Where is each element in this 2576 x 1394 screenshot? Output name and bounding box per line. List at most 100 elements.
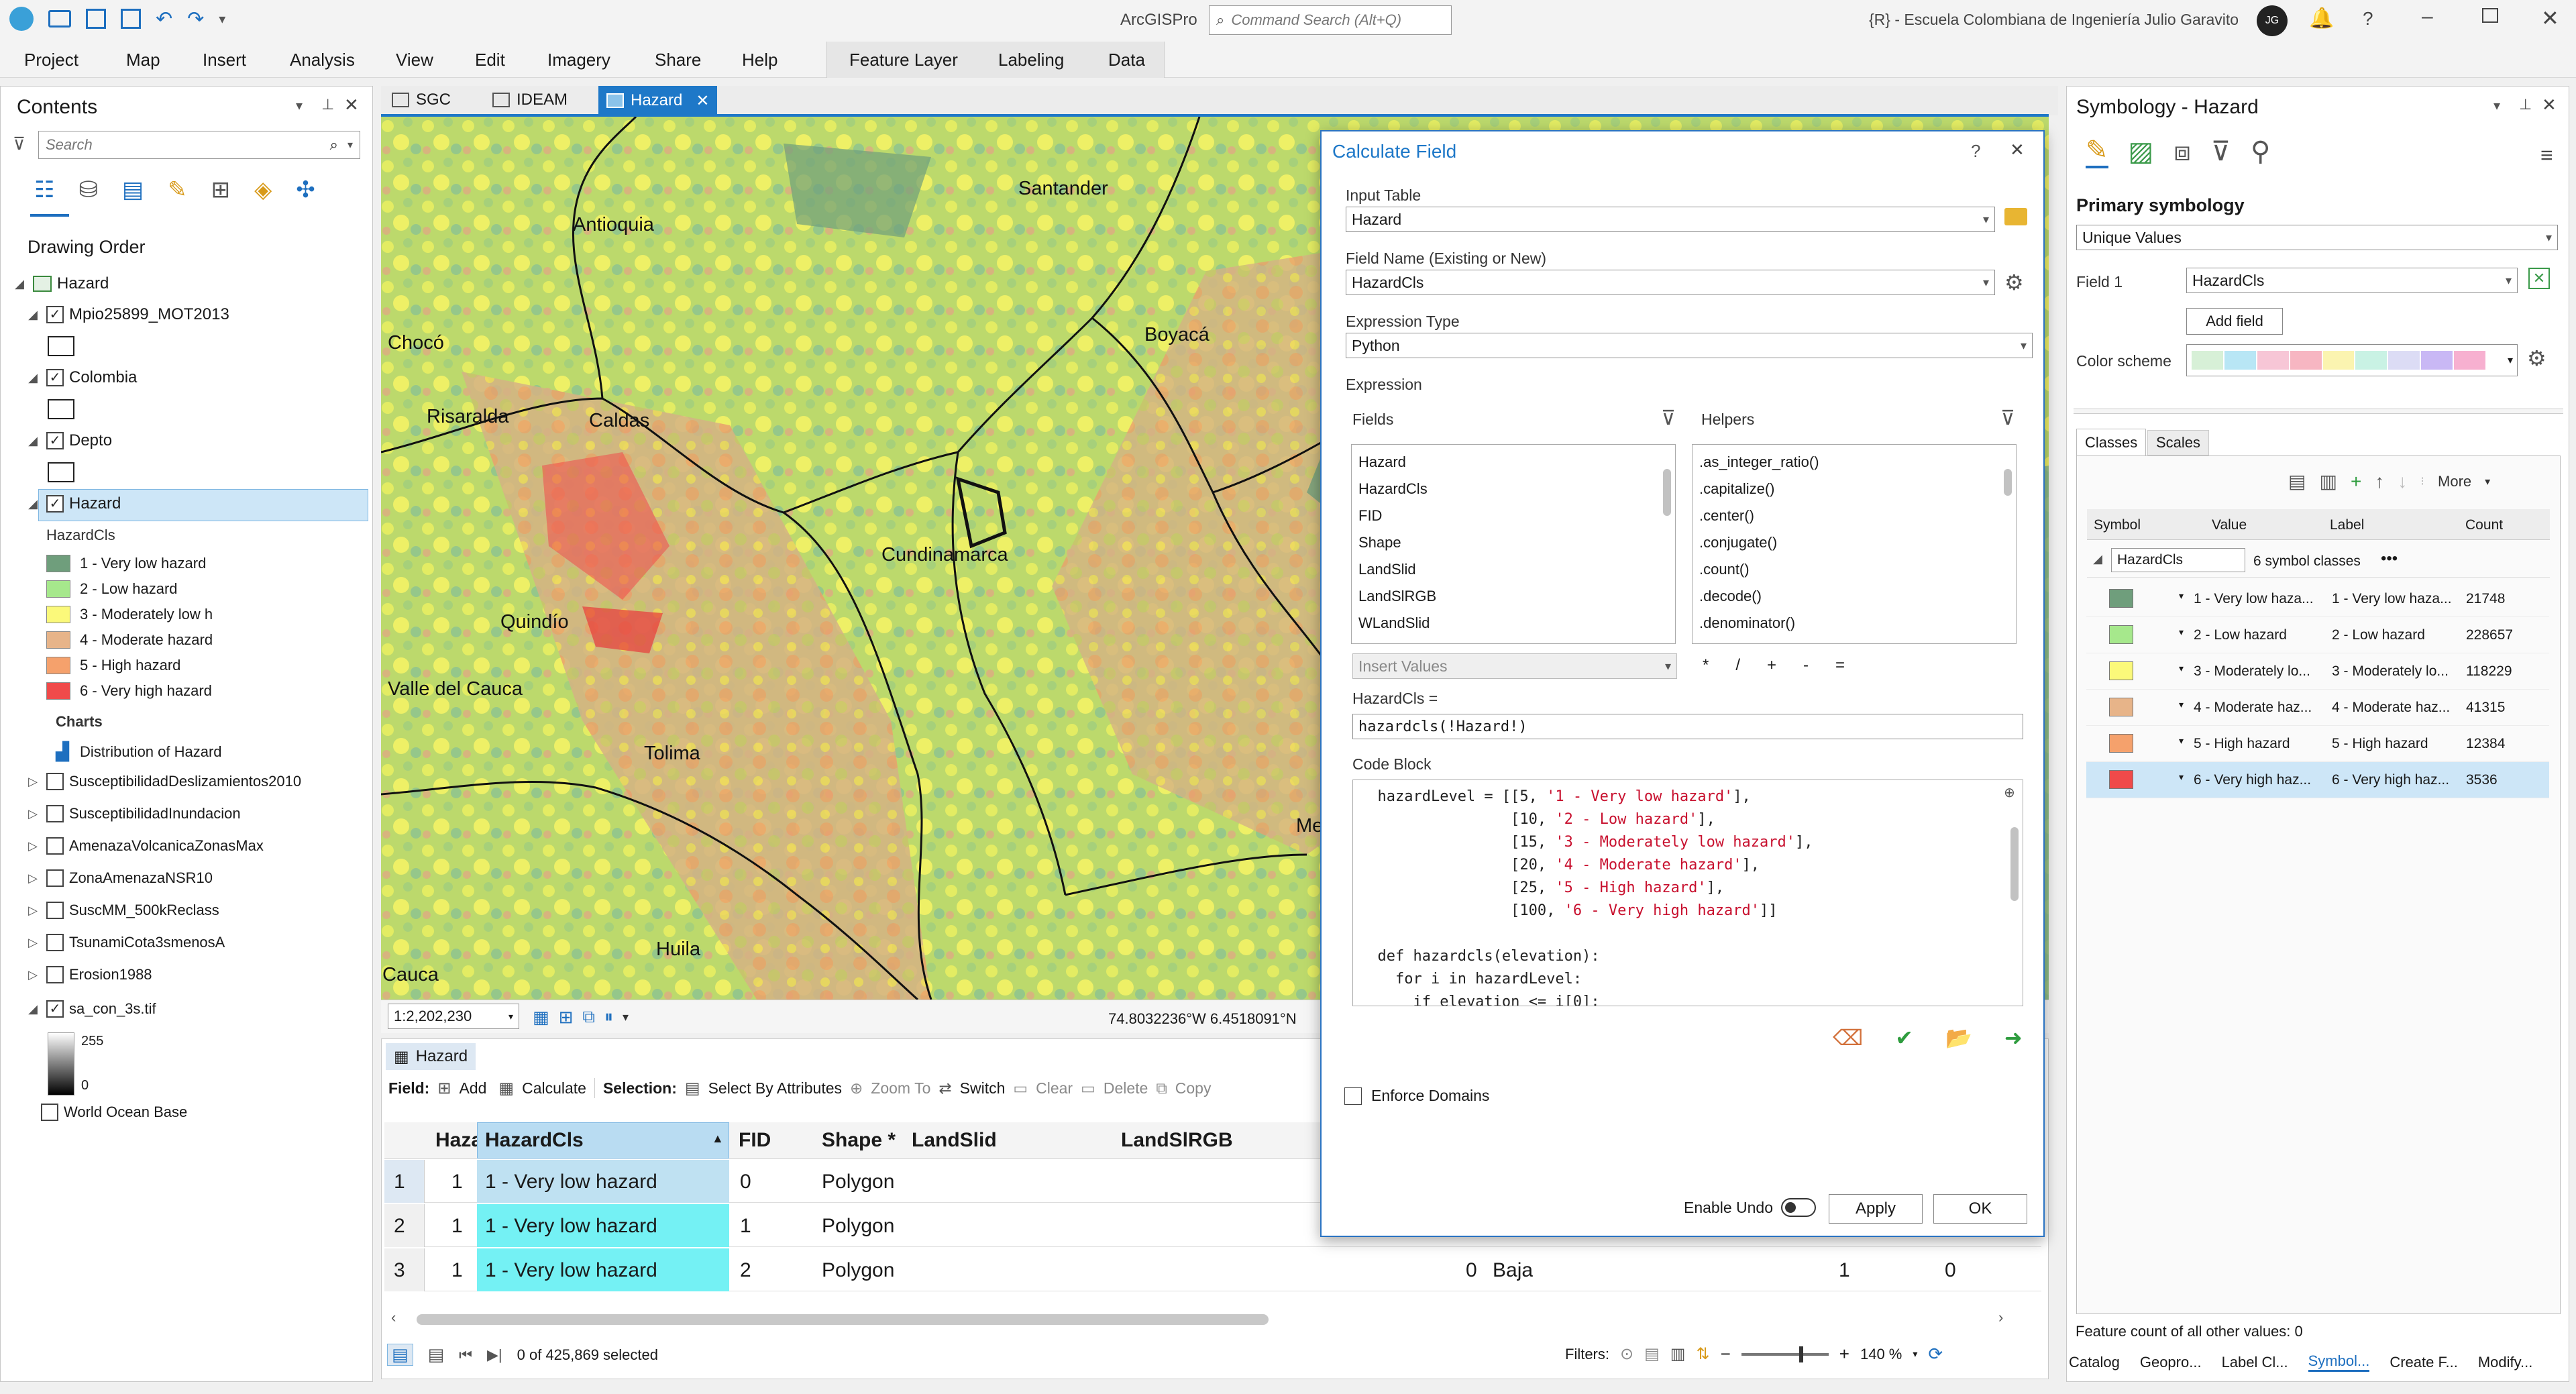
help-icon[interactable]: ? bbox=[2363, 8, 2373, 30]
pause-drawing-icon[interactable]: ⏸ bbox=[604, 1006, 613, 1028]
symbol-dropdown-icon[interactable]: ▾ bbox=[2179, 735, 2184, 747]
menu-view[interactable]: View bbox=[396, 50, 433, 70]
layer-visibility-checkbox[interactable]: ✓ bbox=[46, 1000, 64, 1018]
expand-icon[interactable]: ▷ bbox=[25, 775, 41, 789]
save-as-icon[interactable] bbox=[121, 9, 141, 29]
menu-labeling[interactable]: Labeling bbox=[998, 50, 1064, 70]
notifications-icon[interactable]: 🔔 bbox=[2309, 7, 2334, 30]
tab-scales[interactable]: Scales bbox=[2147, 430, 2210, 455]
grid-display-icon[interactable]: ▦ bbox=[533, 1007, 549, 1028]
insert-values-select[interactable]: Insert Values ▾ bbox=[1352, 653, 1677, 679]
cell-fid[interactable]: 1 bbox=[740, 1215, 751, 1238]
expand-editor-icon[interactable]: ⊕ bbox=[2004, 784, 2015, 801]
expand-icon[interactable]: ▷ bbox=[25, 871, 41, 886]
save-expression-icon[interactable]: ➜ bbox=[2004, 1025, 2023, 1051]
switch-selection-button[interactable]: Switch bbox=[960, 1079, 1006, 1097]
cell-hazard[interactable]: 1 bbox=[451, 1215, 463, 1238]
vertical-scrollbar[interactable] bbox=[2004, 469, 2012, 496]
class-label[interactable]: 6 - Very high haz... bbox=[2332, 772, 2449, 788]
redo-icon[interactable]: ↷ bbox=[187, 7, 204, 31]
filter-selection-icon[interactable]: ▤ bbox=[1644, 1344, 1660, 1364]
zoom-to-button[interactable]: Zoom To bbox=[871, 1079, 930, 1097]
helper-item[interactable]: .as_integer_ratio() bbox=[1699, 449, 2009, 476]
menu-insert[interactable]: Insert bbox=[203, 50, 246, 70]
helper-item[interactable]: .conjugate() bbox=[1699, 529, 2009, 556]
column-header-fid[interactable]: FID bbox=[739, 1129, 771, 1152]
cell-hazardcls[interactable]: 1 - Very low hazard bbox=[485, 1215, 657, 1238]
layer-visibility-checkbox[interactable]: ✓ bbox=[46, 902, 64, 919]
filter-contingent-icon[interactable]: ▥ bbox=[1670, 1344, 1686, 1364]
list-by-labeling-icon[interactable]: ◈ bbox=[254, 176, 272, 203]
helper-item[interactable]: .count() bbox=[1699, 556, 2009, 583]
legend-item[interactable]: 3 - Moderately low h bbox=[46, 602, 213, 627]
browse-folder-icon[interactable] bbox=[2004, 208, 2027, 225]
collapse-icon[interactable]: ◢ bbox=[25, 1002, 41, 1016]
splitter[interactable] bbox=[2074, 409, 2563, 414]
ok-button[interactable]: OK bbox=[1933, 1194, 2027, 1224]
expand-icon[interactable]: ▷ bbox=[25, 904, 41, 918]
tab-attribute-table[interactable]: ▦ Hazard bbox=[386, 1043, 476, 1070]
cell-fid[interactable]: 2 bbox=[740, 1259, 751, 1282]
cell-shape[interactable]: Polygon bbox=[822, 1171, 894, 1193]
dock-tab-modify-features[interactable]: Modify... bbox=[2478, 1354, 2533, 1371]
tab-classes[interactable]: Classes bbox=[2076, 429, 2147, 455]
add-field-icon[interactable]: ⊞ bbox=[437, 1079, 451, 1098]
filter-icon[interactable]: ⊽ bbox=[13, 133, 25, 154]
operator-divide[interactable]: / bbox=[1735, 656, 1740, 675]
layer-item[interactable]: ▷✓AmenazaVolcanicaZonasMax bbox=[25, 830, 301, 862]
move-up-icon[interactable]: ↑ bbox=[2375, 471, 2384, 492]
go-to-record-icon[interactable]: ▶| bbox=[487, 1346, 502, 1364]
chart-item[interactable]: ▟ Distribution of Hazard bbox=[56, 741, 222, 762]
primary-symbology-icon[interactable]: ✎ bbox=[2086, 135, 2108, 168]
tab-sgc[interactable]: SGC bbox=[384, 86, 459, 114]
refresh-icon[interactable]: ⟳ bbox=[1928, 1344, 1943, 1364]
layer-item[interactable]: ▷✓ZonaAmenazaNSR10 bbox=[25, 862, 301, 894]
layer-item[interactable]: ▷✓Erosion1988 bbox=[25, 959, 301, 991]
layer-item[interactable]: ▷✓TsunamiCota3smenosA bbox=[25, 926, 301, 959]
menu-analysis[interactable]: Analysis bbox=[290, 50, 355, 70]
close-pane-icon[interactable]: ✕ bbox=[344, 95, 359, 115]
expand-icon[interactable]: ▷ bbox=[25, 968, 41, 982]
scheme-settings-icon[interactable]: ⚙ bbox=[2527, 345, 2546, 371]
column-header-shape[interactable]: Shape * bbox=[822, 1129, 896, 1152]
layer-mpio[interactable]: ◢ ✓ Mpio25899_MOT2013 bbox=[25, 305, 229, 324]
snapping-icon[interactable]: ⧉ bbox=[582, 1006, 595, 1028]
symbology-method-select[interactable]: Unique Values ▾ bbox=[2076, 225, 2558, 250]
column-header-symbol[interactable]: Symbol bbox=[2094, 517, 2141, 533]
symbol-dropdown-icon[interactable]: ▾ bbox=[2179, 663, 2184, 674]
layer-symbol[interactable] bbox=[48, 399, 74, 419]
scroll-left-icon[interactable]: ‹ bbox=[391, 1309, 396, 1326]
show-selected-records-icon[interactable]: ▤ bbox=[428, 1344, 445, 1365]
calculate-field-button[interactable]: Calculate bbox=[522, 1079, 586, 1097]
class-value[interactable]: 3 - Moderately lo... bbox=[2194, 663, 2310, 680]
horizontal-scrollbar[interactable] bbox=[417, 1314, 1269, 1325]
calculate-icon[interactable]: ▦ bbox=[498, 1079, 514, 1098]
show-all-records-icon[interactable]: ▤ bbox=[387, 1344, 413, 1366]
class-symbol-swatch[interactable] bbox=[2109, 770, 2133, 789]
layer-visibility-checkbox[interactable]: ✓ bbox=[46, 805, 64, 822]
symbol-class-row[interactable]: ▾ 2 - Low hazard 2 - Low hazard 228657 bbox=[2086, 617, 2549, 653]
select-by-attributes-button[interactable]: Select By Attributes bbox=[708, 1079, 842, 1097]
close-dialog-icon[interactable]: ✕ bbox=[2010, 140, 2025, 160]
zoom-dropdown-icon[interactable]: ▾ bbox=[1913, 1348, 1917, 1360]
vertical-scrollbar[interactable] bbox=[1663, 469, 1671, 516]
layer-visibility-checkbox[interactable]: ✓ bbox=[46, 306, 64, 323]
layer-visibility-checkbox[interactable]: ✓ bbox=[46, 495, 64, 513]
input-table-select[interactable]: Hazard ▾ bbox=[1346, 207, 1995, 232]
layer-basemap[interactable]: ✓ World Ocean Base bbox=[41, 1104, 187, 1121]
symbol-class-row[interactable]: ▾ 3 - Moderately lo... 3 - Moderately lo..… bbox=[2086, 653, 2549, 690]
advanced-symbology-icon[interactable]: ⚲ bbox=[2251, 136, 2270, 167]
list-by-source-icon[interactable]: ⛁ bbox=[78, 176, 98, 203]
close-app-icon[interactable]: ✕ bbox=[2541, 5, 2559, 31]
switch-icon[interactable]: ⇄ bbox=[938, 1079, 951, 1097]
layer-visibility-checkbox[interactable]: ✓ bbox=[46, 369, 64, 386]
cell-hazardcls[interactable]: 1 - Very low hazard bbox=[485, 1259, 657, 1282]
list-by-drawing-order-icon[interactable]: ☷ bbox=[34, 176, 54, 203]
menu-help[interactable]: Help bbox=[742, 50, 777, 70]
vary-symbology-icon[interactable]: ⧈ bbox=[2174, 137, 2190, 167]
layer-visibility-checkbox[interactable]: ✓ bbox=[46, 934, 64, 951]
symbol-dropdown-icon[interactable]: ▾ bbox=[2179, 699, 2184, 710]
operator-minus[interactable]: - bbox=[1803, 656, 1809, 675]
class-label[interactable]: 4 - Moderate haz... bbox=[2332, 700, 2450, 716]
legend-item[interactable]: 5 - High hazard bbox=[46, 653, 213, 678]
